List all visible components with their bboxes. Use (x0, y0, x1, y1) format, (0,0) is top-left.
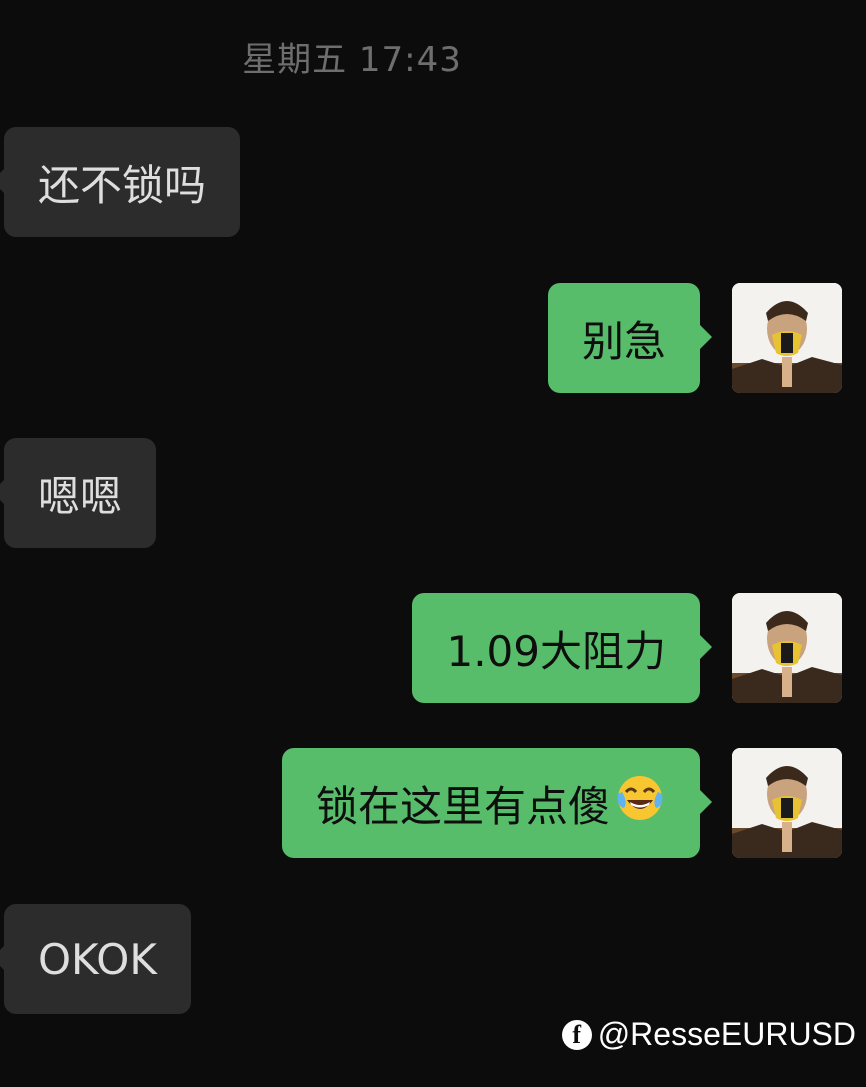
message-row-outgoing: 1.09大阻力 (0, 593, 866, 703)
watermark-handle: @ResseEURUSD (597, 1016, 856, 1052)
avatar-portrait-icon (732, 283, 842, 393)
bubble-tail (0, 169, 4, 193)
user-avatar[interactable] (732, 283, 842, 393)
message-text: 锁在这里有点傻 (315, 781, 610, 831)
message-row-incoming: OKOK (0, 904, 866, 1014)
bubble-tail (700, 790, 712, 814)
message-row-incoming: 还不锁吗 (0, 127, 866, 237)
user-avatar[interactable] (732, 748, 842, 858)
outgoing-message-bubble[interactable]: 锁在这里有点傻 (281, 748, 712, 858)
message-text: 别急 (581, 316, 666, 366)
message-text: 还不锁吗 (38, 160, 207, 210)
user-avatar[interactable] (732, 593, 842, 703)
watermark: f @ResseEURUSD (561, 1016, 856, 1053)
message-timestamp: 星期五 17:43 (242, 40, 462, 80)
bubble-tail (0, 946, 4, 970)
message-row-outgoing: 别急 (0, 283, 866, 393)
laughing-tears-emoji-icon (614, 772, 666, 834)
avatar-portrait-icon (732, 748, 842, 858)
message-text: 嗯嗯 (38, 471, 123, 521)
message-row-outgoing: 锁在这里有点傻 (0, 748, 866, 858)
message-text: OKOK (38, 934, 157, 984)
incoming-message-bubble[interactable]: 还不锁吗 (0, 127, 241, 237)
incoming-message-bubble[interactable]: OKOK (0, 904, 191, 1014)
outgoing-message-bubble[interactable]: 1.09大阻力 (412, 593, 712, 703)
avatar-portrait-icon (732, 593, 842, 703)
message-row-incoming: 嗯嗯 (0, 438, 866, 548)
bubble-tail (700, 635, 712, 659)
bubble-tail (700, 325, 712, 349)
message-text: 1.09大阻力 (446, 626, 666, 676)
bubble-tail (0, 480, 4, 504)
outgoing-message-bubble[interactable]: 别急 (547, 283, 712, 393)
incoming-message-bubble[interactable]: 嗯嗯 (0, 438, 157, 548)
facebook-icon: f (561, 1019, 592, 1050)
